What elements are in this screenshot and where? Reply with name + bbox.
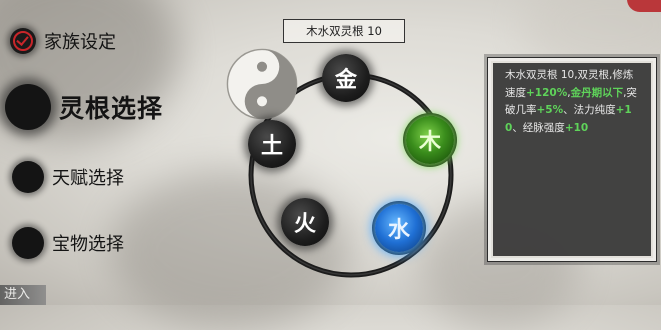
menu-item-label: 宝物选择 (52, 234, 124, 255)
menu-item-spirit-root[interactable]: 灵根选择 (5, 84, 163, 130)
detail-text-part: 、经脉强度 (512, 121, 565, 134)
panel-body: 木水双灵根 10,双灵根,修炼速度+120%,金丹期以下,突破几率+5%、法力纯… (493, 63, 651, 256)
breakthrough-bonus: +5% (536, 104, 564, 116)
ink-dot-icon (5, 84, 51, 130)
selection-title: 木水双灵根 10 (283, 19, 405, 43)
menu-item-treasure[interactable]: 宝物选择 (12, 227, 124, 259)
detail-text: 木水双灵根 10,双灵根,修炼速度+120%,金丹期以下,突破几率+5%、法力纯… (505, 67, 639, 137)
creation-step-menu: 家族设定 灵根选择 天赋选择 宝物选择 进入 (0, 0, 200, 305)
five-element-wheel: 金 木 水 火 土 (226, 48, 476, 298)
step-bullet (10, 28, 36, 54)
element-metal-button[interactable]: 金 (322, 54, 370, 102)
realm-limit: 金丹期以下 (570, 86, 624, 99)
enter-button[interactable]: 进入 (0, 285, 46, 305)
element-fire-button[interactable]: 火 (281, 198, 329, 246)
element-water-button[interactable]: 水 (375, 204, 423, 252)
ink-dot-icon (12, 227, 44, 259)
corner-seal (627, 0, 661, 12)
detail-text-part: 、法力纯度 (563, 104, 616, 116)
menu-item-label: 灵根选择 (59, 94, 164, 123)
menu-item-label: 家族设定 (44, 32, 116, 53)
check-icon (13, 31, 33, 51)
spirit-root-detail-panel: 木水双灵根 10,双灵根,修炼速度+120%,金丹期以下,突破几率+5%、法力纯… (487, 57, 657, 262)
menu-item-talent[interactable]: 天赋选择 (12, 161, 124, 193)
speed-bonus: +120% (526, 86, 568, 99)
menu-item-label: 天赋选择 (52, 168, 124, 189)
ink-dot-icon (12, 161, 44, 193)
element-earth-button[interactable]: 土 (248, 120, 296, 168)
menu-item-family-settings[interactable]: 家族设定 (10, 28, 116, 54)
meridian-strength-bonus: +10 (564, 121, 589, 134)
yin-yang-icon (226, 48, 298, 120)
element-wood-button[interactable]: 木 (406, 116, 454, 164)
